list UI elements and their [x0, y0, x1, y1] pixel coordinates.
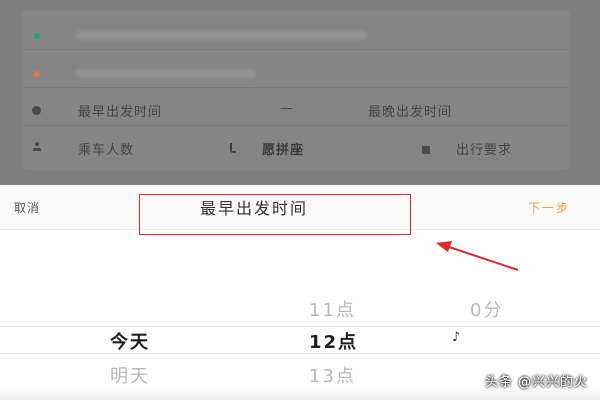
watermark-text: 头条 @兴兴的火: [484, 375, 588, 390]
annotation-arrow-icon: [436, 241, 519, 271]
